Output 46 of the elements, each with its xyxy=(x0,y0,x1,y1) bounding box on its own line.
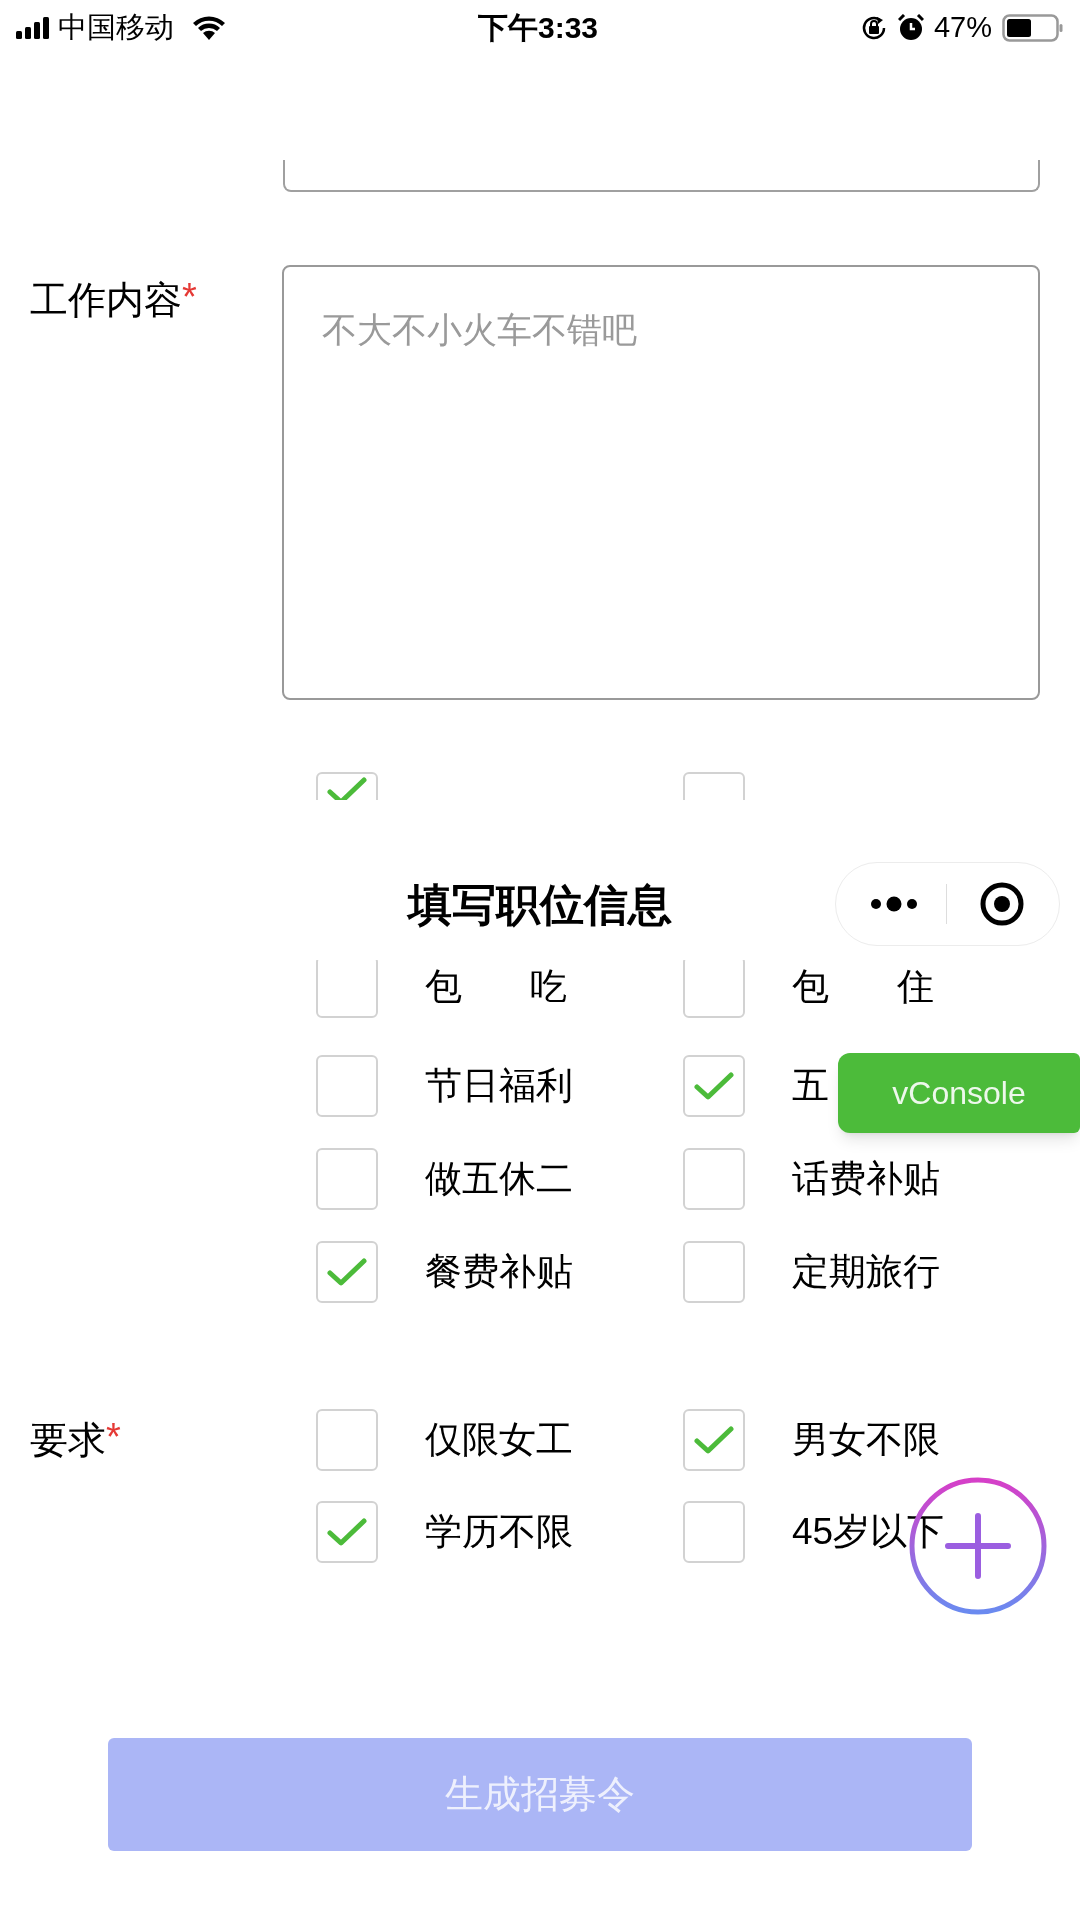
vconsole-button[interactable]: vConsole xyxy=(838,1053,1080,1133)
checked-checkbox[interactable] xyxy=(316,1501,378,1563)
checked-checkbox[interactable] xyxy=(683,1409,745,1471)
more-icon[interactable] xyxy=(870,896,918,912)
page-title: 填写职位信息 xyxy=(408,879,672,931)
carrier-name: 中国移动 xyxy=(58,9,174,45)
option-label: 节日福利 xyxy=(425,1064,573,1108)
checkbox[interactable] xyxy=(316,1409,378,1471)
add-button[interactable] xyxy=(908,1476,1048,1616)
check-icon xyxy=(694,1425,734,1455)
job-content-field[interactable]: 不大不小火车不错吧 xyxy=(282,265,1040,700)
close-icon[interactable] xyxy=(979,881,1025,927)
signal-icon xyxy=(16,16,50,39)
option-label: 话费补贴 xyxy=(792,1157,940,1201)
battery-icon xyxy=(1002,13,1064,42)
checkbox[interactable] xyxy=(316,960,378,1018)
checkbox[interactable] xyxy=(683,1241,745,1303)
wifi-icon xyxy=(192,14,226,41)
field-label: 要求 xyxy=(30,1418,106,1463)
checkbox[interactable] xyxy=(316,1055,378,1117)
option-label: 定期旅行 xyxy=(792,1250,940,1294)
option-label: 男女不限 xyxy=(792,1418,940,1462)
input-field[interactable] xyxy=(283,160,1040,192)
option-label: 做五休二 xyxy=(425,1157,573,1201)
battery-percent: 47% xyxy=(933,9,992,45)
checked-checkbox[interactable] xyxy=(316,1241,378,1303)
clock-time: 下午3:33 xyxy=(478,10,599,46)
option-label: 包 住 xyxy=(792,965,935,1009)
check-icon xyxy=(327,776,367,800)
field-label: 工作内容 xyxy=(30,278,182,323)
option-label: 仅限女工 xyxy=(425,1418,573,1462)
option-label: 包 吃 xyxy=(425,965,568,1009)
alarm-icon xyxy=(897,13,924,42)
check-icon xyxy=(327,1517,367,1547)
option-label: 餐费补贴 xyxy=(425,1250,573,1294)
required-mark: * xyxy=(106,1417,121,1457)
check-icon xyxy=(327,1257,367,1287)
checkbox[interactable] xyxy=(683,960,745,1018)
check-icon xyxy=(694,1071,734,1101)
option-label: 学历不限 xyxy=(425,1510,573,1554)
required-mark: * xyxy=(182,277,197,317)
checked-checkbox[interactable] xyxy=(683,1055,745,1117)
checkbox[interactable] xyxy=(316,1148,378,1210)
option-label: 五 xyxy=(792,1064,829,1108)
checkbox[interactable] xyxy=(683,1501,745,1563)
checkbox[interactable] xyxy=(683,1148,745,1210)
